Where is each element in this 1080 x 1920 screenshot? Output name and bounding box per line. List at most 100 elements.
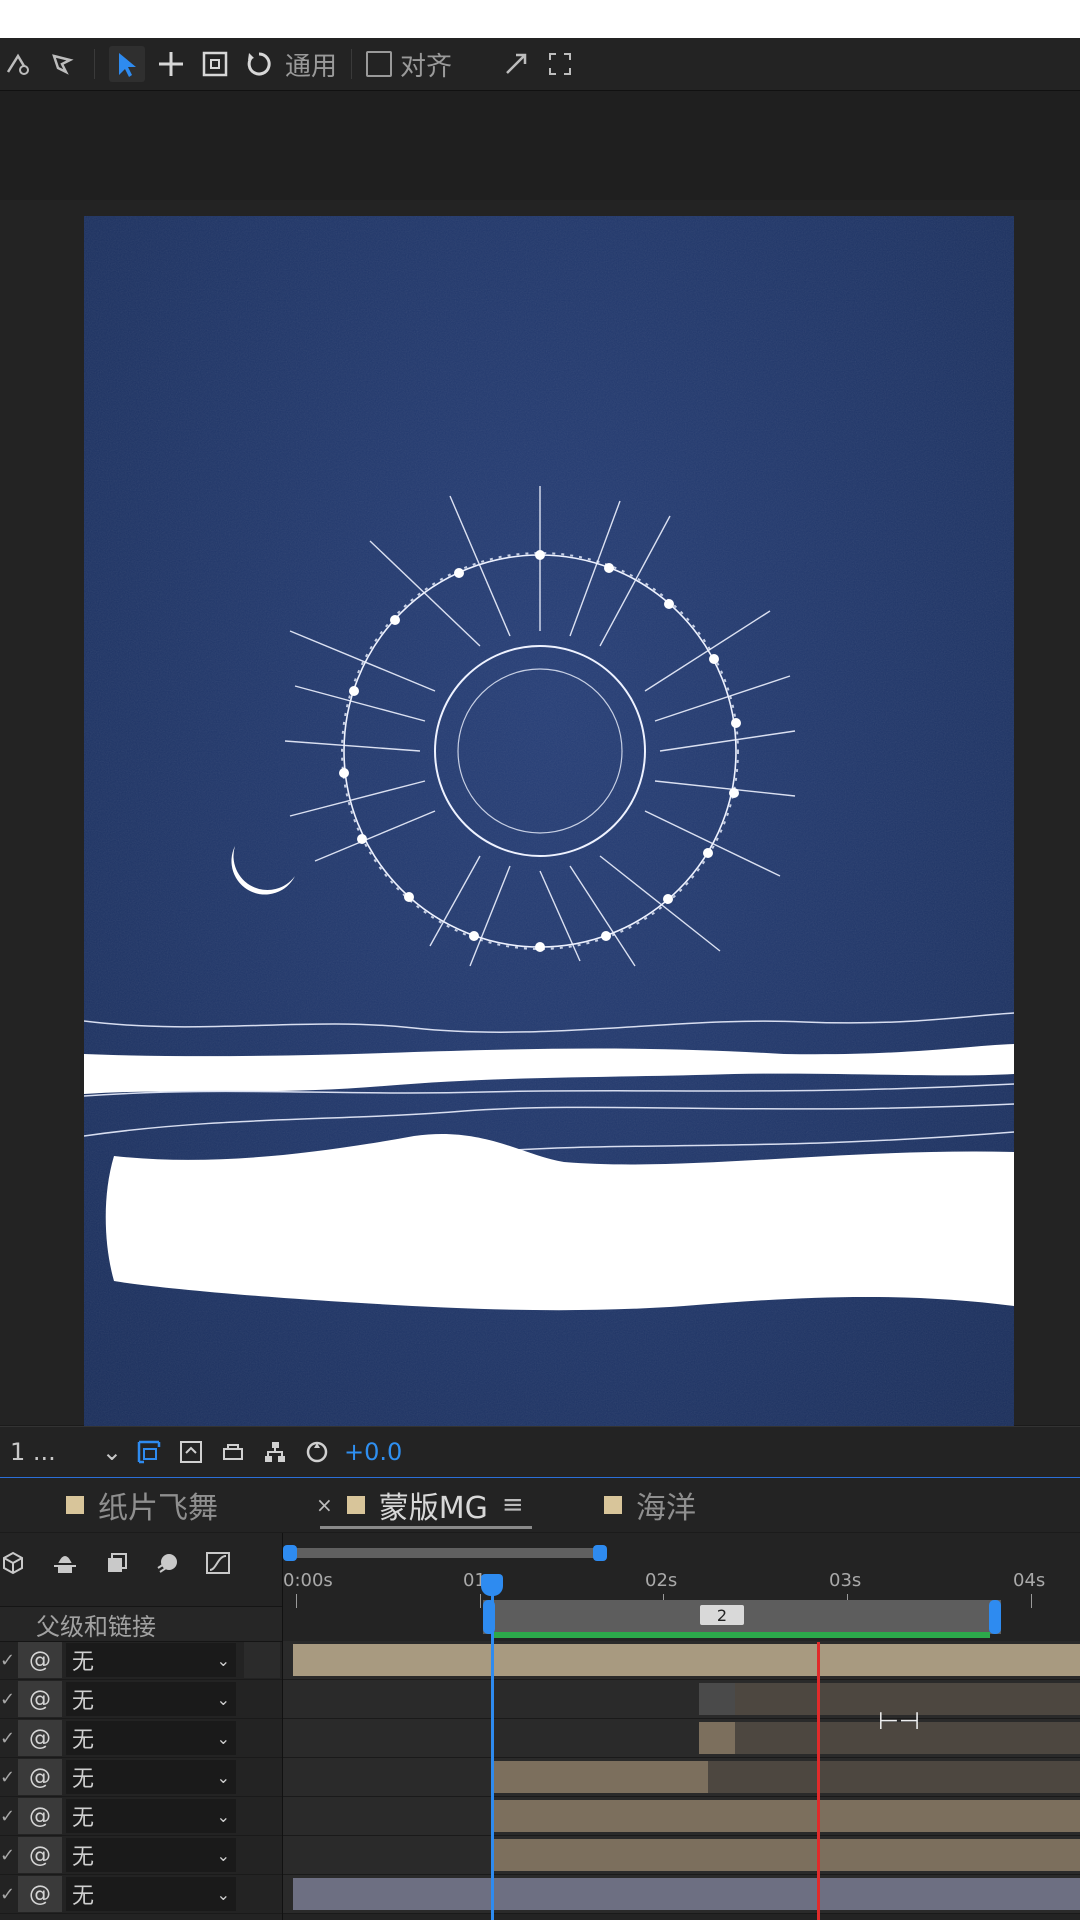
tab-ocean[interactable]: 海洋 bbox=[604, 1484, 696, 1526]
parent-dropdown[interactable]: 无 ⌄ bbox=[66, 1760, 236, 1794]
layer-row[interactable]: ✓ @ 无 ⌄ bbox=[0, 1836, 282, 1875]
layer-bar[interactable] bbox=[293, 1644, 1080, 1676]
resolution-select[interactable]: 1 ... ⌄ bbox=[10, 1435, 122, 1469]
layer-row[interactable]: ✓ @ 无 ⌄ bbox=[0, 1680, 282, 1719]
exposure-value[interactable]: +0.0 bbox=[344, 1438, 402, 1466]
parent-dropdown[interactable]: 无 ⌄ bbox=[66, 1643, 236, 1677]
parent-dropdown[interactable]: 无 ⌄ bbox=[66, 1682, 236, 1716]
switch-check[interactable]: ✓ bbox=[0, 1806, 15, 1827]
parent-value: 无 bbox=[72, 1806, 95, 1831]
switch-check[interactable]: ✓ bbox=[0, 1884, 15, 1905]
layer-track[interactable] bbox=[283, 1758, 1080, 1797]
expand-bracket-icon[interactable] bbox=[542, 46, 578, 82]
switch-check[interactable]: ✓ bbox=[0, 1650, 15, 1671]
tab-mask-mg[interactable]: × 蒙版MG ≡ bbox=[316, 1484, 524, 1526]
switch-check[interactable]: ✓ bbox=[0, 1728, 15, 1749]
layer-track[interactable] bbox=[283, 1836, 1080, 1875]
region-of-interest-icon[interactable] bbox=[134, 1437, 164, 1467]
layer-row[interactable]: ✓ @ 无 ⌄ bbox=[0, 1641, 282, 1680]
chevron-down-icon: ⌄ bbox=[216, 1728, 230, 1748]
switch-check[interactable]: ✓ bbox=[0, 1767, 15, 1788]
layer-track[interactable] bbox=[283, 1641, 1080, 1680]
cached-frames-indicator bbox=[494, 1632, 990, 1638]
pick-whip-icon[interactable]: @ bbox=[18, 1837, 62, 1873]
chevron-down-icon: ⌄ bbox=[216, 1884, 230, 1904]
layer-track[interactable] bbox=[283, 1719, 1080, 1758]
tools-toolbar: 通用 对齐 bbox=[0, 38, 1080, 91]
layer-bar[interactable] bbox=[493, 1800, 1080, 1832]
layer-bar[interactable] bbox=[708, 1761, 1080, 1793]
layer-bar[interactable] bbox=[493, 1839, 1080, 1871]
layer-bar-head[interactable] bbox=[493, 1761, 708, 1793]
pin-tool-icon[interactable] bbox=[44, 46, 80, 82]
pick-whip-icon[interactable]: @ bbox=[18, 1876, 62, 1912]
workspace-label[interactable]: 通用 bbox=[285, 46, 337, 83]
parent-dropdown[interactable]: 无 ⌄ bbox=[66, 1877, 236, 1911]
timeline-tab-bar: 纸片飞舞 × 蒙版MG ≡ 海洋 bbox=[0, 1478, 1080, 1532]
pan-behind-tool-icon[interactable] bbox=[0, 46, 36, 82]
selection-arrow-icon[interactable] bbox=[109, 46, 145, 82]
parent-value: 无 bbox=[72, 1728, 95, 1753]
layer-row[interactable]: ✓ @ 无 ⌄ bbox=[0, 1875, 282, 1914]
layer-row-end bbox=[244, 1642, 280, 1678]
align-label[interactable]: 对齐 bbox=[400, 46, 452, 83]
transparency-grid-icon[interactable] bbox=[176, 1437, 206, 1467]
flowchart-icon[interactable] bbox=[260, 1437, 290, 1467]
parent-link-column-header: 父级和链接 bbox=[36, 1612, 156, 1641]
rectangle-mask-icon[interactable] bbox=[197, 46, 233, 82]
shy-layers-icon[interactable] bbox=[50, 1550, 80, 1580]
parent-dropdown[interactable]: 无 ⌄ bbox=[66, 1838, 236, 1872]
chevron-down-icon: ⌄ bbox=[216, 1650, 230, 1670]
layer-track[interactable] bbox=[283, 1797, 1080, 1836]
align-checkbox[interactable] bbox=[366, 51, 393, 77]
switch-check[interactable]: ✓ bbox=[0, 1845, 15, 1866]
layer-bar-head[interactable] bbox=[699, 1722, 735, 1754]
hamburger-menu-icon[interactable]: ≡ bbox=[502, 1490, 524, 1520]
layer-row[interactable]: ✓ @ 无 ⌄ bbox=[0, 1758, 282, 1797]
tab-paper-dance[interactable]: 纸片飞舞 bbox=[66, 1484, 218, 1526]
playhead-handle[interactable] bbox=[481, 1574, 503, 1596]
composition-canvas[interactable] bbox=[84, 216, 1014, 1426]
resize-cursor-icon: ⊢⊣ bbox=[878, 1707, 920, 1735]
close-icon[interactable]: × bbox=[316, 1493, 333, 1517]
graph-editor-icon[interactable] bbox=[204, 1550, 232, 1580]
chevron-down-icon: ⌄ bbox=[216, 1806, 230, 1826]
navigator-end-handle[interactable] bbox=[593, 1545, 607, 1561]
switch-check[interactable]: ✓ bbox=[0, 1689, 15, 1710]
parent-dropdown[interactable]: 无 ⌄ bbox=[66, 1799, 236, 1833]
layer-track[interactable] bbox=[283, 1875, 1080, 1914]
parent-dropdown[interactable]: 无 ⌄ bbox=[66, 1721, 236, 1755]
move-cross-icon[interactable] bbox=[153, 46, 189, 82]
chevron-down-icon: ⌄ bbox=[216, 1689, 230, 1709]
snapshot-icon[interactable] bbox=[218, 1437, 248, 1467]
layer-bar[interactable] bbox=[293, 1878, 1080, 1910]
motion-blur-icon[interactable] bbox=[154, 1550, 180, 1580]
reset-exposure-icon[interactable] bbox=[302, 1437, 332, 1467]
ruler-tick bbox=[296, 1594, 297, 1608]
snap-arrow-icon[interactable] bbox=[498, 46, 534, 82]
current-time-indicator[interactable] bbox=[491, 1580, 494, 1920]
layer-bar-head[interactable] bbox=[699, 1683, 735, 1715]
navigator-start-handle[interactable] bbox=[283, 1545, 297, 1561]
resolution-value: 1 ... bbox=[10, 1438, 56, 1466]
3d-cube-icon[interactable] bbox=[0, 1550, 26, 1580]
viewer-header-area bbox=[0, 91, 1080, 201]
composition-marker[interactable]: 2 bbox=[700, 1605, 744, 1625]
label-color-swatch bbox=[66, 1496, 84, 1514]
active-tab-indicator bbox=[320, 1526, 532, 1529]
pick-whip-icon[interactable]: @ bbox=[18, 1720, 62, 1756]
columns-header: 父级和链接 bbox=[0, 1606, 282, 1642]
tab-label: 纸片飞舞 bbox=[98, 1491, 218, 1526]
work-area-end-handle[interactable] bbox=[989, 1600, 1001, 1634]
pick-whip-icon[interactable]: @ bbox=[18, 1642, 62, 1678]
layer-track[interactable] bbox=[283, 1680, 1080, 1719]
pick-whip-icon[interactable]: @ bbox=[18, 1798, 62, 1834]
pick-whip-icon[interactable]: @ bbox=[18, 1759, 62, 1795]
ruler-label: 02s bbox=[645, 1570, 678, 1591]
rotate-icon[interactable] bbox=[241, 46, 277, 82]
layer-row[interactable]: ✓ @ 无 ⌄ bbox=[0, 1797, 282, 1836]
frame-blending-icon[interactable] bbox=[104, 1550, 130, 1580]
pick-whip-icon[interactable]: @ bbox=[18, 1681, 62, 1717]
layer-row[interactable]: ✓ @ 无 ⌄ bbox=[0, 1719, 282, 1758]
time-navigator[interactable] bbox=[283, 1545, 607, 1561]
